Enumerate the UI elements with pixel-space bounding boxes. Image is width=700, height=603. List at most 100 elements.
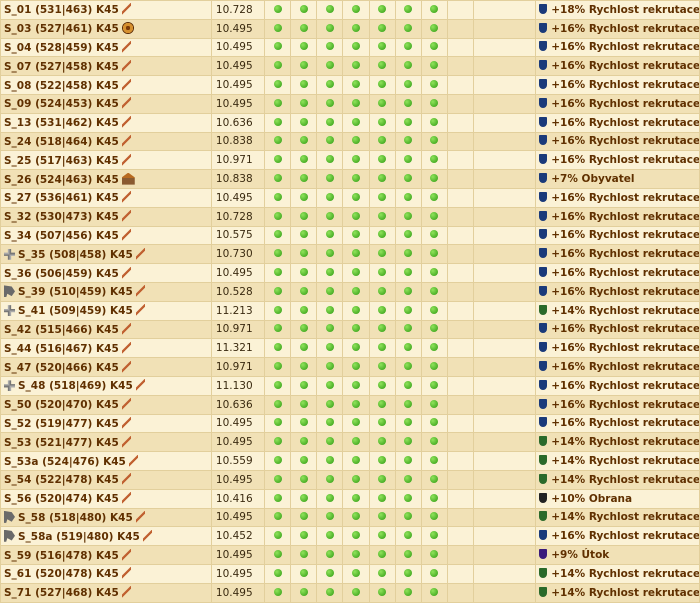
- recruit-sword-icon[interactable]: [135, 304, 145, 317]
- table-row: S_71 (527|468) K45 10.495 +14% Rychlost re…: [0, 582, 700, 603]
- status-cell: [264, 56, 292, 77]
- recruit-sword-icon[interactable]: [121, 322, 131, 335]
- recruit-sword-icon[interactable]: [121, 435, 131, 448]
- village-link[interactable]: S_58a (519|480) K45: [18, 531, 140, 543]
- recruit-sword-icon[interactable]: [121, 153, 131, 166]
- recruit-sword-icon[interactable]: [142, 529, 152, 542]
- village-link[interactable]: S_53a (524|476) K45: [4, 456, 126, 468]
- recruit-sword-icon[interactable]: [121, 398, 131, 411]
- recruit-sword-icon[interactable]: [135, 379, 145, 392]
- village-link[interactable]: S_27 (536|461) K45: [4, 192, 119, 204]
- recruit-sword-icon[interactable]: [121, 548, 131, 561]
- recruit-sword-icon[interactable]: [121, 228, 131, 241]
- green-dot-icon: [430, 61, 439, 70]
- status-cell: [420, 281, 448, 302]
- status-cell: [368, 56, 396, 77]
- recruit-sword-icon[interactable]: [121, 134, 131, 147]
- village-link[interactable]: S_24 (518|464) K45: [4, 136, 119, 148]
- village-cell: S_25 (517|463) K45: [0, 150, 212, 171]
- village-link[interactable]: S_32 (530|473) K45: [4, 211, 119, 223]
- status-cell: [290, 300, 318, 321]
- recruit-sword-icon[interactable]: [121, 473, 131, 486]
- green-dot-icon: [299, 4, 308, 13]
- village-link[interactable]: S_39 (510|459) K45: [18, 286, 133, 298]
- village-link[interactable]: S_56 (520|474) K45: [4, 493, 119, 505]
- status-cell: [264, 244, 292, 265]
- recruit-sword-icon[interactable]: [121, 586, 131, 599]
- green-dot-icon: [273, 117, 282, 126]
- village-link[interactable]: S_35 (508|458) K45: [18, 249, 133, 261]
- status-cell: [394, 507, 422, 528]
- village-cell: S_59 (516|478) K45: [0, 545, 212, 565]
- status-cell: [368, 526, 396, 547]
- village-link[interactable]: S_09 (524|453) K45: [4, 98, 119, 110]
- village-link[interactable]: S_71 (527|468) K45: [4, 587, 119, 599]
- status-cell: [316, 131, 344, 152]
- empty-cell: [472, 150, 537, 171]
- green-dot-icon: [404, 343, 413, 352]
- village-link[interactable]: S_42 (515|466) K45: [4, 324, 119, 336]
- recruit-sword-icon[interactable]: [121, 492, 131, 505]
- village-link[interactable]: S_13 (531|462) K45: [4, 117, 119, 129]
- recruit-sword-icon[interactable]: [135, 247, 145, 260]
- status-cell: [394, 300, 422, 321]
- recruit-sword-icon[interactable]: [121, 97, 131, 110]
- recruit-sword-icon[interactable]: [121, 78, 131, 91]
- village-link[interactable]: S_01 (531|463) K45: [4, 4, 119, 16]
- bonus-cell: +14% Rychlost rekrutace: [535, 563, 700, 584]
- recruit-sword-icon[interactable]: [128, 454, 138, 467]
- village-link[interactable]: S_54 (522|478) K45: [4, 474, 119, 486]
- recruit-sword-icon[interactable]: [121, 116, 131, 129]
- shield-icon: [539, 530, 548, 541]
- recruit-sword-icon[interactable]: [121, 416, 131, 429]
- table-row: S_34 (507|456) K45 10.575 +16% Rychlost re…: [0, 225, 700, 246]
- village-link[interactable]: S_25 (517|463) K45: [4, 155, 119, 167]
- recruit-sword-icon[interactable]: [121, 3, 131, 16]
- village-link[interactable]: S_48 (518|469) K45: [18, 380, 133, 392]
- status-cell: [420, 169, 448, 189]
- bonus-label: +14% Rychlost rekrutace: [551, 586, 700, 599]
- village-cell: S_39 (510|459) K45: [0, 281, 212, 302]
- green-dot-icon: [351, 305, 360, 314]
- recruit-sword-icon[interactable]: [121, 191, 131, 204]
- recruit-sword-icon[interactable]: [121, 567, 131, 580]
- village-link[interactable]: S_36 (506|459) K45: [4, 268, 119, 280]
- recruit-sword-icon[interactable]: [135, 510, 145, 523]
- status-cell: [264, 375, 292, 396]
- village-link[interactable]: S_26 (524|463) K45: [4, 174, 119, 186]
- recruit-sword-icon[interactable]: [121, 59, 131, 72]
- status-cell: [368, 357, 396, 377]
- recruit-sword-icon[interactable]: [121, 341, 131, 354]
- village-link[interactable]: S_52 (519|477) K45: [4, 418, 119, 430]
- green-dot-icon: [404, 136, 413, 145]
- status-cell: [394, 563, 422, 584]
- status-cell: [394, 263, 422, 283]
- green-dot-icon: [325, 192, 334, 201]
- village-link[interactable]: S_03 (527|461) K45: [4, 23, 119, 35]
- village-link[interactable]: S_58 (518|480) K45: [18, 512, 133, 524]
- green-dot-icon: [404, 305, 413, 314]
- village-link[interactable]: S_47 (520|466) K45: [4, 362, 119, 374]
- village-link[interactable]: S_59 (516|478) K45: [4, 550, 119, 562]
- village-link[interactable]: S_44 (516|467) K45: [4, 343, 119, 355]
- empty-cell: [472, 18, 537, 39]
- village-link[interactable]: S_61 (520|478) K45: [4, 568, 119, 580]
- recruit-sword-icon[interactable]: [135, 285, 145, 298]
- house-icon[interactable]: [121, 172, 135, 185]
- village-link[interactable]: S_41 (509|459) K45: [18, 305, 133, 317]
- village-link[interactable]: S_34 (507|456) K45: [4, 230, 119, 242]
- recruit-sword-icon[interactable]: [121, 360, 131, 373]
- village-link[interactable]: S_07 (527|458) K45: [4, 61, 119, 73]
- recruit-sword-icon[interactable]: [121, 40, 131, 53]
- village-link[interactable]: S_08 (522|458) K45: [4, 80, 119, 92]
- status-cell: [368, 300, 396, 321]
- shield-icon: [539, 229, 548, 240]
- wheel-icon[interactable]: [121, 22, 134, 35]
- recruit-sword-icon[interactable]: [121, 210, 131, 223]
- attack-axe-icon: [4, 285, 15, 298]
- recruit-sword-icon[interactable]: [121, 266, 131, 279]
- village-link[interactable]: S_53 (521|477) K45: [4, 437, 119, 449]
- village-link[interactable]: S_50 (520|470) K45: [4, 399, 119, 411]
- village-link[interactable]: S_04 (528|459) K45: [4, 42, 119, 54]
- bonus-label: +14% Rychlost rekrutace: [551, 436, 700, 449]
